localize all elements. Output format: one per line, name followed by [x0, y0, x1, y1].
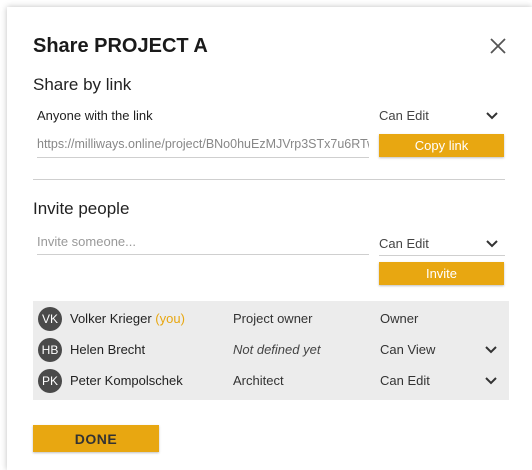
member-name: Helen Brecht	[70, 342, 145, 357]
section-divider	[33, 179, 505, 180]
copy-link-button[interactable]: Copy link	[379, 134, 504, 157]
member-role: Project owner	[233, 311, 313, 326]
link-permission-select[interactable]: Can Edit	[379, 105, 505, 125]
link-permission-value: Can Edit	[379, 108, 429, 123]
member-name-text: Peter Kompolschek	[70, 373, 183, 388]
chevron-down-icon	[485, 109, 499, 128]
anyone-with-link-label: Anyone with the link	[37, 108, 153, 123]
member-permission-select[interactable]: Can Edit	[380, 373, 430, 388]
member-permission: Owner	[380, 311, 419, 326]
invite-permission-select[interactable]: Can Edit	[379, 233, 505, 255]
chevron-down-icon[interactable]	[484, 343, 498, 362]
share-dialog: Share PROJECT A Share by link Anyone wit…	[7, 7, 532, 470]
chevron-down-icon[interactable]	[484, 374, 498, 393]
share-link-url[interactable]: https://milliways.online/project/BNo0huE…	[37, 137, 369, 151]
chevron-down-icon	[485, 237, 499, 256]
member-row: VK Volker Krieger (you) Project owner Ow…	[33, 304, 509, 334]
invite-permission-value: Can Edit	[379, 236, 429, 251]
member-name-text: Helen Brecht	[70, 342, 146, 357]
share-by-link-heading: Share by link	[33, 75, 132, 94]
close-icon[interactable]	[489, 33, 507, 59]
member-name: Peter Kompolschek	[70, 373, 183, 388]
member-row: HB Helen Brecht Not defined yet Can View	[33, 335, 509, 365]
invite-button[interactable]: Invite	[379, 262, 504, 285]
invite-input-placeholder: Invite someone...	[37, 234, 136, 249]
member-name: Volker Krieger (you)	[70, 311, 185, 326]
members-list: VK Volker Krieger (you) Project owner Ow…	[33, 301, 509, 400]
close-icon-glyph	[490, 38, 506, 54]
member-name-text: Volker Krieger	[70, 311, 152, 326]
you-badge: (you)	[155, 311, 185, 326]
dialog-title: Share PROJECT A	[33, 35, 208, 57]
member-row: PK Peter Kompolschek Architect Can Edit	[33, 366, 509, 396]
member-permission-select[interactable]: Can View	[380, 342, 435, 357]
avatar: VK	[38, 307, 62, 331]
member-role: Not defined yet	[233, 342, 321, 357]
link-url-underline	[37, 157, 369, 158]
done-button[interactable]: DONE	[33, 425, 159, 452]
invite-people-heading: Invite people	[33, 199, 130, 218]
avatar: HB	[38, 338, 62, 362]
avatar: PK	[38, 369, 62, 393]
invite-permission-underline	[379, 255, 505, 256]
invite-input-underline	[37, 254, 369, 255]
invite-input[interactable]: Invite someone...	[37, 232, 369, 256]
member-role: Architect	[233, 373, 284, 388]
